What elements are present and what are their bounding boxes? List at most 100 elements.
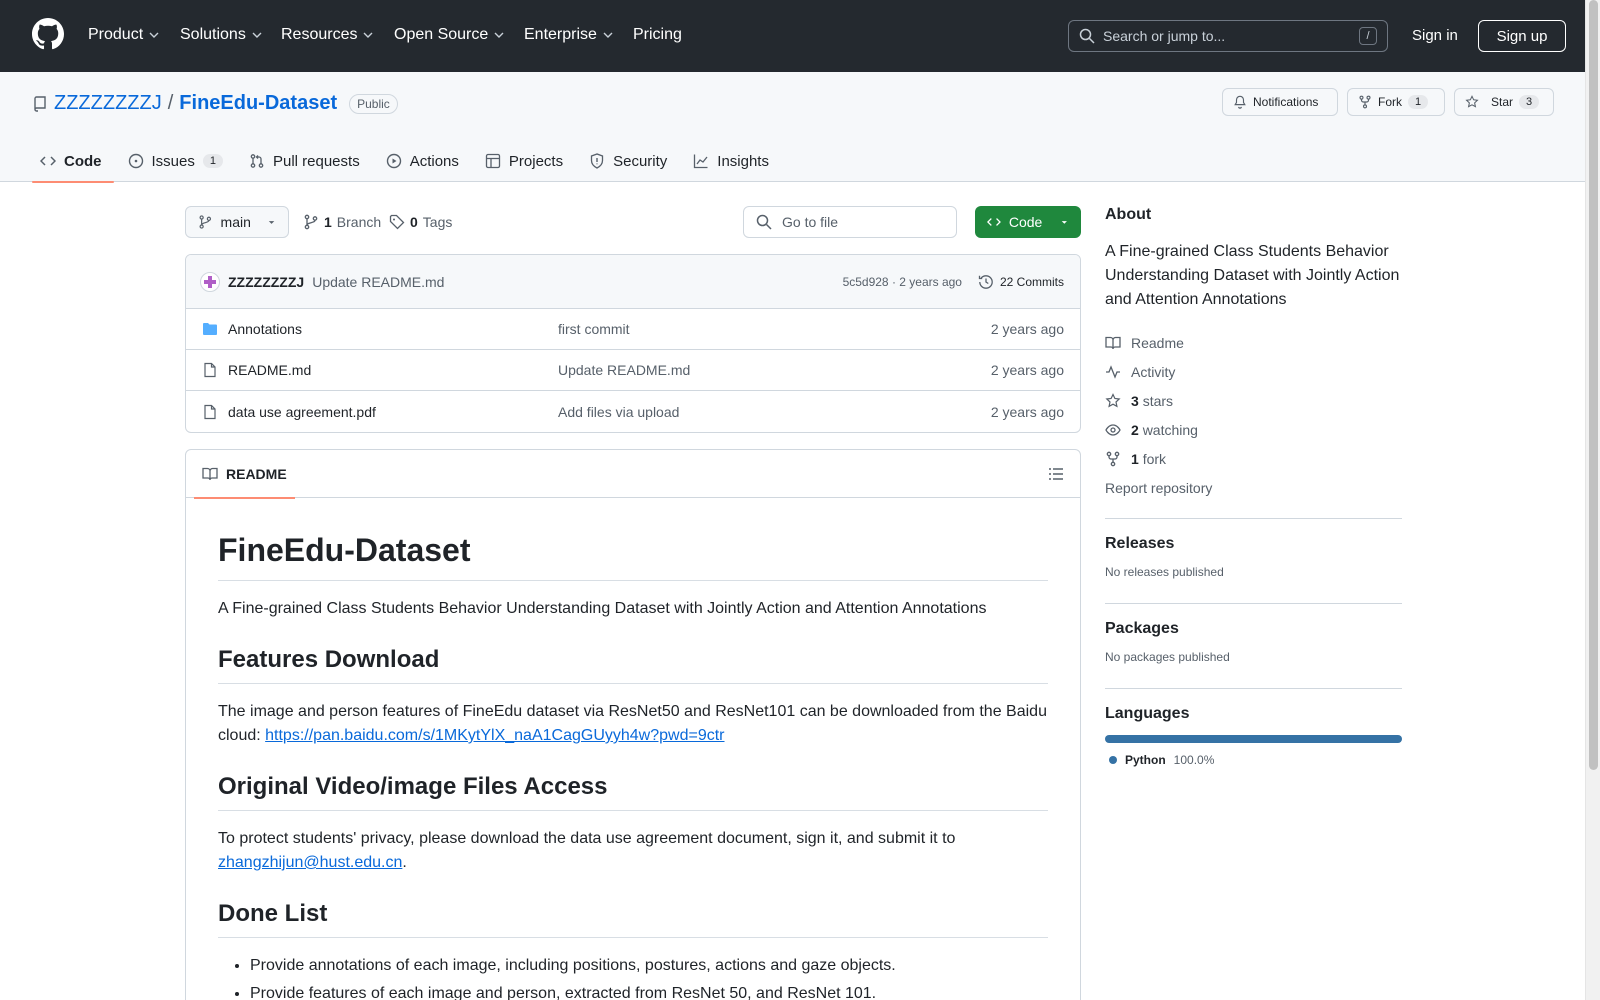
chevron-down-icon bbox=[494, 32, 504, 38]
repo-title: ZZZZZZZZJ / FineEdu-Dataset Public bbox=[32, 92, 398, 115]
file-icon bbox=[204, 404, 216, 419]
file-commit-link[interactable]: Add files via upload bbox=[558, 404, 991, 420]
fork-icon bbox=[1359, 95, 1371, 109]
sign-up-button[interactable]: Sign up bbox=[1478, 20, 1566, 52]
nav-enterprise[interactable]: Enterprise bbox=[524, 24, 613, 46]
scrollbar-thumb[interactable] bbox=[1589, 0, 1598, 770]
tags-link[interactable]: 0 Tags bbox=[389, 214, 452, 230]
language-bar bbox=[1105, 735, 1402, 743]
search-input[interactable]: Search or jump to... / bbox=[1068, 20, 1388, 52]
repo-separator: / bbox=[167, 92, 174, 114]
releases-note: No releases published bbox=[1105, 565, 1224, 579]
file-table: ZZZZZZZZJ Update README.md 5c5d928 · 2 y… bbox=[185, 254, 1081, 433]
tab-issues[interactable]: Issues 1 bbox=[120, 140, 235, 182]
tab-projects[interactable]: Projects bbox=[477, 140, 575, 182]
readme-title: FineEdu-Dataset bbox=[218, 530, 1048, 581]
file-toolbar: main 1 Branch 0 Tags Go to file Code bbox=[185, 206, 1081, 238]
file-icon bbox=[204, 362, 216, 378]
file-age: 2 years ago bbox=[990, 403, 1064, 420]
nav-label: Pricing bbox=[633, 26, 682, 43]
baidu-download-link[interactable]: https://pan.baidu.com/s/1MKytYlX_naA1Cag… bbox=[265, 727, 724, 744]
email-link[interactable]: zhangzhijun@hust.edu.cn bbox=[218, 854, 402, 871]
tab-pull-requests[interactable]: Pull requests bbox=[241, 140, 372, 182]
report-repository-link[interactable]: Report repository bbox=[1105, 473, 1402, 502]
notifications-label: Notifications bbox=[1253, 95, 1319, 109]
nav-label: Product bbox=[88, 26, 144, 43]
tab-label: Projects bbox=[508, 152, 564, 170]
folder-icon bbox=[203, 323, 217, 335]
fork-count: 1 bbox=[1131, 450, 1139, 467]
chevron-down-icon bbox=[252, 32, 262, 38]
heading-files-access: Original Video/image Files Access bbox=[218, 772, 1048, 811]
tag-icon bbox=[389, 214, 405, 230]
star-button[interactable]: Star 3 bbox=[1454, 88, 1554, 116]
forks-link[interactable]: 1 fork bbox=[1105, 444, 1402, 473]
file-commit-link[interactable]: first commit bbox=[558, 321, 991, 337]
branch-select-button[interactable]: main bbox=[185, 206, 289, 238]
readme-body: FineEdu-Dataset A Fine-grained Class Stu… bbox=[186, 498, 1080, 1000]
stars-label: stars bbox=[1142, 392, 1174, 409]
readme-header: README bbox=[186, 450, 1080, 499]
tab-code[interactable]: Code bbox=[32, 140, 114, 183]
tab-actions[interactable]: Actions bbox=[378, 140, 471, 182]
page-scrollbar[interactable] bbox=[1585, 0, 1600, 1000]
file-name-link[interactable]: Annotations bbox=[228, 321, 558, 337]
packages-section: Packages No packages published bbox=[1105, 603, 1402, 672]
tab-security[interactable]: Security bbox=[581, 140, 679, 182]
nav-product[interactable]: Product bbox=[88, 24, 159, 46]
file-commit-link[interactable]: Update README.md bbox=[558, 362, 991, 378]
releases-heading[interactable]: Releases bbox=[1105, 535, 1402, 553]
language-item[interactable]: Python 100.0% bbox=[1105, 753, 1402, 767]
book-icon bbox=[202, 467, 218, 481]
fork-label: fork bbox=[1142, 450, 1167, 467]
tab-label: Insights bbox=[717, 152, 769, 170]
commit-message-link[interactable]: Update README.md bbox=[312, 274, 842, 290]
nav-solutions[interactable]: Solutions bbox=[180, 24, 262, 46]
fork-button[interactable]: Fork 1 bbox=[1347, 88, 1445, 116]
code-button[interactable]: Code bbox=[975, 206, 1081, 238]
code-icon bbox=[40, 156, 56, 166]
table-row[interactable]: data use agreement.pdf Add files via upl… bbox=[186, 391, 1080, 432]
notifications-button[interactable]: Notifications bbox=[1222, 88, 1338, 116]
commit-author-link[interactable]: ZZZZZZZZJ bbox=[228, 274, 304, 290]
graph-icon bbox=[694, 154, 708, 169]
star-count: 3 bbox=[1519, 95, 1540, 109]
go-to-file-input[interactable]: Go to file bbox=[743, 206, 957, 238]
sign-in-link[interactable]: Sign in bbox=[1412, 27, 1458, 44]
tab-insights[interactable]: Insights bbox=[685, 140, 781, 182]
nav-open-source[interactable]: Open Source bbox=[394, 24, 504, 46]
github-logo-icon[interactable] bbox=[32, 18, 64, 50]
star-icon bbox=[1105, 392, 1121, 407]
branches-link[interactable]: 1 Branch bbox=[303, 214, 381, 230]
language-name: Python bbox=[1125, 753, 1166, 767]
commits-link[interactable]: 22 Commits bbox=[978, 274, 1064, 290]
tab-label: Pull requests bbox=[272, 152, 360, 170]
chevron-down-icon bbox=[149, 32, 159, 38]
about-heading: About bbox=[1105, 206, 1152, 223]
tab-label: Code bbox=[64, 152, 102, 170]
watching-link[interactable]: 2 watching bbox=[1105, 415, 1402, 444]
stars-link[interactable]: 3 stars bbox=[1105, 386, 1402, 415]
file-name-link[interactable]: data use agreement.pdf bbox=[228, 404, 558, 420]
readme-tab[interactable]: README bbox=[194, 450, 295, 499]
readme-link[interactable]: Readme bbox=[1105, 328, 1402, 357]
table-row[interactable]: Annotations first commit 2 years ago bbox=[186, 309, 1080, 350]
languages-section: Languages Python 100.0% bbox=[1105, 688, 1402, 775]
tab-label: Issues bbox=[151, 152, 195, 170]
repo-owner-link[interactable]: ZZZZZZZZJ bbox=[54, 92, 162, 115]
nav-resources[interactable]: Resources bbox=[281, 24, 373, 46]
table-row[interactable]: README.md Update README.md 2 years ago bbox=[186, 350, 1080, 391]
code-button-label: Code bbox=[1008, 214, 1043, 230]
list-icon[interactable] bbox=[1048, 466, 1064, 482]
repo-name-link[interactable]: FineEdu-Dataset bbox=[179, 92, 337, 115]
nav-pricing[interactable]: Pricing bbox=[633, 24, 682, 46]
heading-features-download: Features Download bbox=[218, 645, 1048, 684]
play-icon bbox=[386, 153, 401, 169]
file-name-link[interactable]: README.md bbox=[228, 362, 558, 378]
repo-tabs: Code Issues 1 Pull requests Actions Proj… bbox=[32, 140, 787, 183]
packages-heading[interactable]: Packages bbox=[1105, 620, 1402, 638]
avatar[interactable] bbox=[200, 271, 220, 292]
activity-link[interactable]: Activity bbox=[1105, 357, 1402, 386]
commit-meta[interactable]: 5c5d928 · 2 years ago bbox=[843, 275, 962, 289]
access-paragraph: To protect students' privacy, please dow… bbox=[218, 827, 1048, 875]
